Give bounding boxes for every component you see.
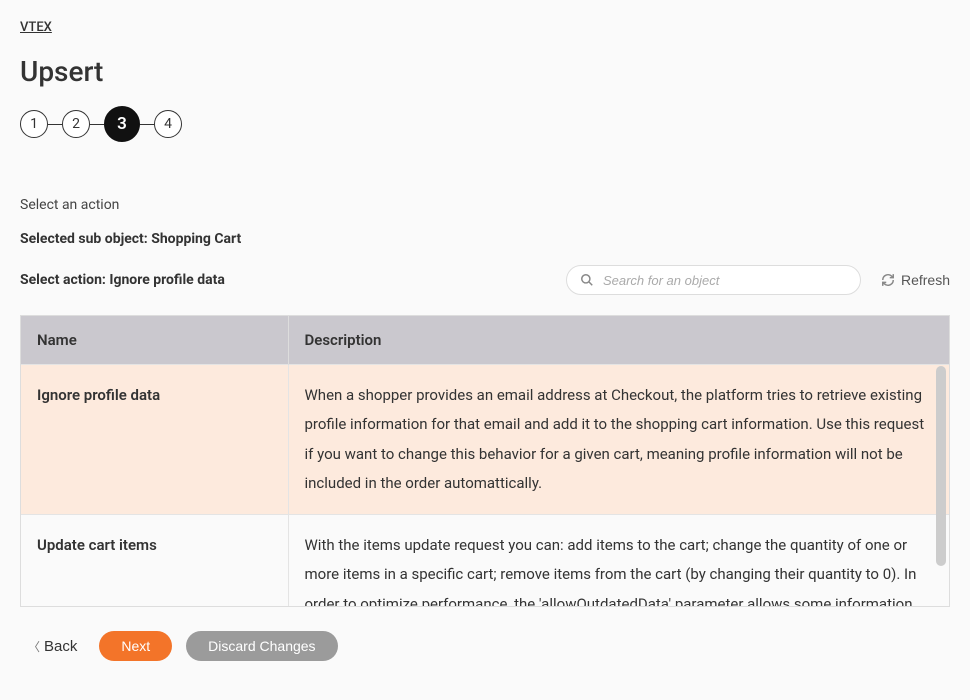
- column-header-description: Description: [288, 316, 949, 365]
- refresh-label: Refresh: [901, 272, 950, 288]
- chevron-left-icon: 〈: [28, 638, 40, 655]
- step-4[interactable]: 4: [154, 110, 182, 138]
- column-header-name: Name: [21, 316, 288, 365]
- discard-button[interactable]: Discard Changes: [186, 631, 337, 661]
- row-name: Ignore profile data: [21, 365, 288, 515]
- actions-table: Name Description Ignore profile data Whe…: [20, 315, 950, 607]
- row-name: Update cart items: [21, 515, 288, 607]
- row-description: When a shopper provides an email address…: [288, 365, 949, 515]
- stepper: 1 2 3 4: [20, 106, 950, 142]
- step-1[interactable]: 1: [20, 110, 48, 138]
- page-title: Upsert: [20, 55, 950, 88]
- back-label: Back: [44, 638, 77, 655]
- table-row[interactable]: Update cart items With the items update …: [21, 515, 949, 607]
- step-line: [48, 124, 62, 125]
- step-line: [140, 124, 154, 125]
- selected-sub-object: Selected sub object: Shopping Cart: [20, 231, 950, 247]
- next-button[interactable]: Next: [99, 631, 172, 661]
- breadcrumb[interactable]: VTEX: [20, 20, 950, 35]
- search-input[interactable]: [566, 265, 861, 295]
- table-row[interactable]: Ignore profile data When a shopper provi…: [21, 365, 949, 515]
- scrollbar-track[interactable]: [936, 366, 946, 600]
- refresh-button[interactable]: Refresh: [881, 272, 950, 288]
- refresh-icon: [881, 273, 895, 287]
- step-line: [90, 124, 104, 125]
- search-box: [566, 265, 861, 295]
- step-2[interactable]: 2: [62, 110, 90, 138]
- section-label: Select an action: [20, 197, 950, 213]
- selected-action: Select action: Ignore profile data: [20, 272, 225, 288]
- row-description: With the items update request you can: a…: [288, 515, 949, 607]
- step-3[interactable]: 3: [104, 106, 140, 142]
- scrollbar-thumb[interactable]: [936, 366, 946, 566]
- back-button[interactable]: 〈 Back: [20, 632, 85, 661]
